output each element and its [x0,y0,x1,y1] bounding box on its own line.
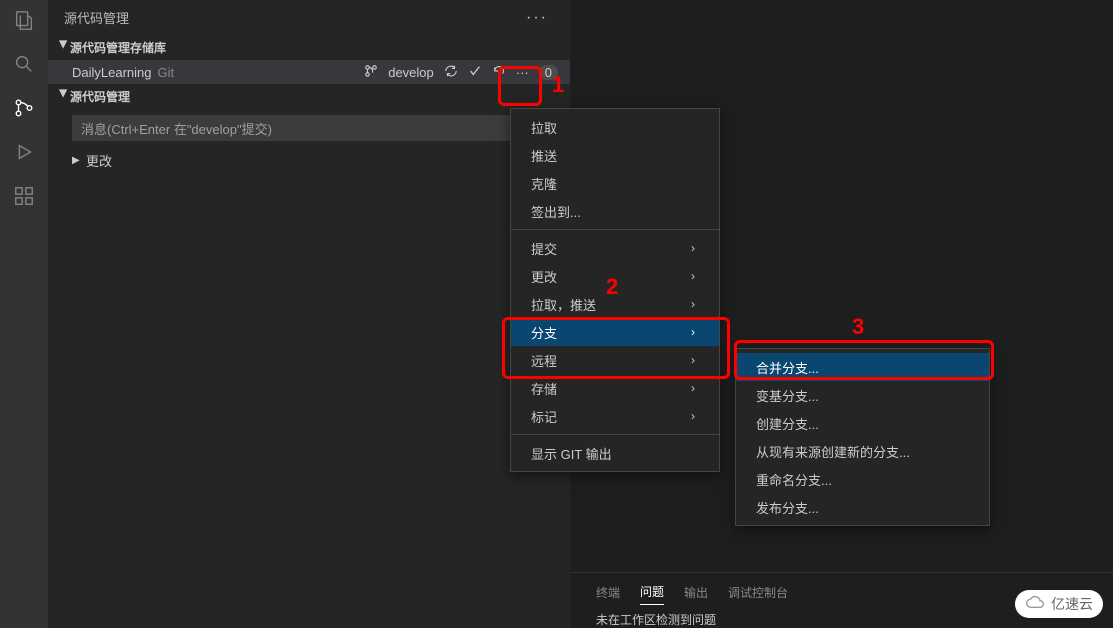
scm-section-header[interactable]: ▶ 源代码管理 [48,84,570,109]
branch-submenu: 合并分支... 变基分支... 创建分支... 从现有来源创建新的分支... 重… [735,348,990,526]
repo-name: DailyLearning [72,65,152,80]
submenu-publish-branch[interactable]: 发布分支... [736,493,989,521]
source-control-sidebar: 源代码管理 ··· ▶ 源代码管理存储库 DailyLearning Git d… [48,0,570,628]
menu-push[interactable]: 推送 [511,141,719,169]
repo-type: Git [158,65,175,80]
tab-terminal[interactable]: 终端 [596,580,620,605]
menu-stash[interactable]: 存储› [511,374,719,402]
section-label: 更改 [86,151,112,170]
scm-context-menu: 拉取 推送 克隆 签出到... 提交› 更改› 拉取，推送› 分支› 远程› 存… [510,108,720,472]
menu-pull[interactable]: 拉取 [511,113,719,141]
repository-row[interactable]: DailyLearning Git develop ··· 0 [48,60,570,84]
commit-icon[interactable] [468,64,482,81]
menu-changes[interactable]: 更改› [511,262,719,290]
watermark-text: 亿速云 [1051,594,1093,614]
source-control-icon[interactable] [12,96,36,120]
commit-message-input[interactable]: 消息(Ctrl+Enter 在"develop"提交) [72,115,558,141]
change-count-badge: 0 [539,65,558,80]
commit-placeholder: 消息(Ctrl+Enter 在"develop"提交) [81,119,272,138]
chevron-right-icon: › [691,297,695,311]
submenu-create-branch-from[interactable]: 从现有来源创建新的分支... [736,437,989,465]
search-icon[interactable] [12,52,36,76]
activity-bar [0,0,48,628]
watermark-badge: 亿速云 [1015,590,1103,618]
submenu-create-branch[interactable]: 创建分支... [736,409,989,437]
chevron-right-icon: › [691,409,695,423]
files-icon[interactable] [12,8,36,32]
menu-show-git-output[interactable]: 显示 GIT 输出 [511,439,719,467]
chevron-right-icon: ▶ [72,155,86,166]
sidebar-title: 源代码管理 [64,8,129,27]
submenu-rename-branch[interactable]: 重命名分支... [736,465,989,493]
menu-commit[interactable]: 提交› [511,234,719,262]
menu-separator [511,229,719,230]
menu-checkout[interactable]: 签出到... [511,197,719,225]
submenu-rebase-branch[interactable]: 变基分支... [736,381,989,409]
chevron-right-icon: › [691,353,695,367]
debug-icon[interactable] [12,140,36,164]
tab-problems[interactable]: 问题 [640,579,664,605]
menu-branch[interactable]: 分支› [511,318,719,346]
chevron-down-icon: ▶ [58,90,69,104]
menu-clone[interactable]: 克隆 [511,169,719,197]
submenu-merge-branch[interactable]: 合并分支... [736,353,989,381]
menu-tag[interactable]: 标记› [511,402,719,430]
more-actions-icon[interactable]: ··· [526,9,554,27]
branch-name: develop [388,65,434,80]
chevron-right-icon: › [691,325,695,339]
chevron-down-icon: ▶ [58,41,69,55]
sync-icon[interactable] [444,64,458,81]
chevron-right-icon: › [691,269,695,283]
section-label: 源代码管理存储库 [70,39,166,56]
repos-section-header[interactable]: ▶ 源代码管理存储库 [48,35,570,60]
menu-pull-push[interactable]: 拉取，推送› [511,290,719,318]
repo-toolbar: develop ··· 0 [364,64,558,81]
sidebar-header: 源代码管理 ··· [48,0,570,35]
refresh-icon[interactable] [492,64,506,81]
menu-remote[interactable]: 远程› [511,346,719,374]
changes-section-header[interactable]: ▶ 更改 [48,147,570,174]
tab-output[interactable]: 输出 [684,580,708,605]
tab-debug-console[interactable]: 调试控制台 [728,580,788,605]
menu-separator [511,434,719,435]
branch-icon[interactable] [364,64,378,81]
section-label: 源代码管理 [70,88,130,105]
extensions-icon[interactable] [12,184,36,208]
chevron-right-icon: › [691,241,695,255]
chevron-right-icon: › [691,381,695,395]
repo-more-icon[interactable]: ··· [516,65,529,80]
